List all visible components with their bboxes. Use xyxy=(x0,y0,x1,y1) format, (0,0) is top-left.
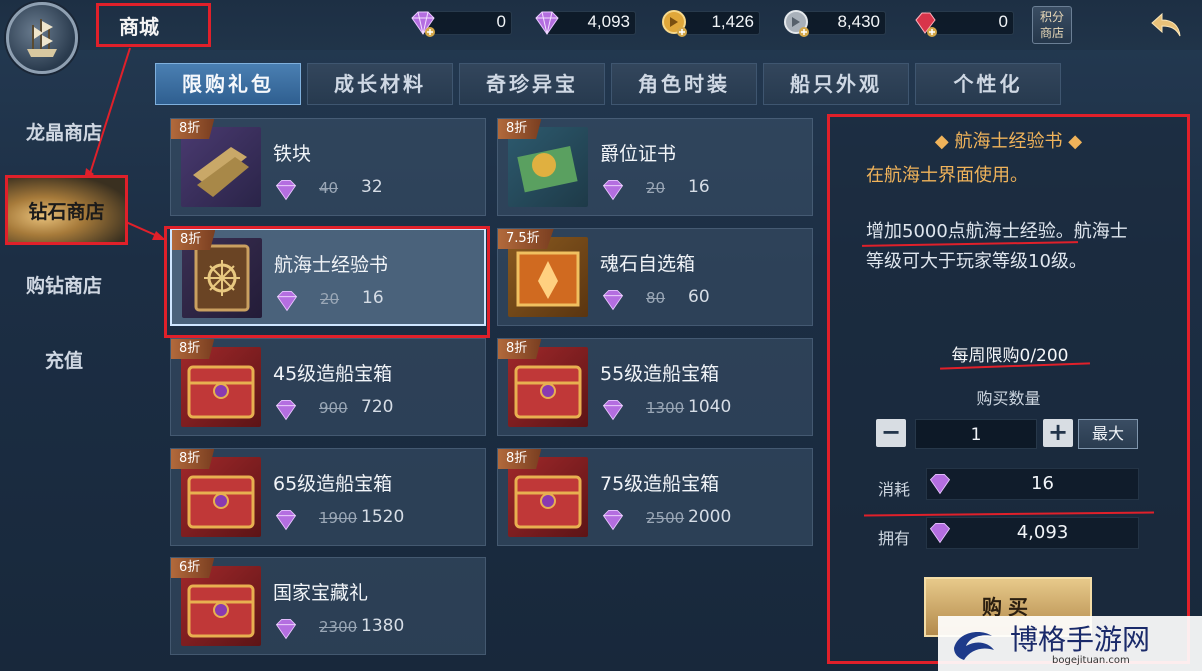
diamond-icon xyxy=(602,180,624,201)
currency-diamond[interactable]: 0 xyxy=(408,9,512,37)
item-name: 爵位证书 xyxy=(600,143,677,165)
cost-field: 16 xyxy=(926,468,1139,500)
original-price: 40 xyxy=(319,179,339,197)
quantity-label: 购买数量 xyxy=(976,389,1041,408)
item-detail-title: ◆ 航海士经验书 ◆ xyxy=(934,131,1083,152)
diamond-icon xyxy=(275,180,297,201)
currency-silver[interactable]: 8,430 xyxy=(782,9,886,37)
item-name: 55级造船宝箱 xyxy=(600,363,720,385)
item-detail-panel: ◆ 航海士经验书 ◆ 在航海士界面使用。 增加5000点航海士经验。航海士等级可… xyxy=(827,114,1190,664)
certificate-icon xyxy=(508,127,588,207)
item-card[interactable]: 8折 45级造船宝箱 900 720 xyxy=(170,338,486,436)
diamond-icon xyxy=(929,523,951,544)
discount-price: 32 xyxy=(361,177,383,197)
item-name: 国家宝藏礼 xyxy=(273,582,369,604)
annotation-underline xyxy=(863,511,1155,517)
quantity-input[interactable]: 1 xyxy=(915,419,1037,449)
score-shop-button[interactable]: 积分商店 xyxy=(1032,6,1072,44)
item-name: 65级造船宝箱 xyxy=(273,473,393,495)
original-price: 80 xyxy=(646,289,666,307)
tab-limited-packs[interactable]: 限购礼包 xyxy=(155,63,301,105)
discount-badge: 6折 xyxy=(171,558,215,578)
discount-badge: 8折 xyxy=(498,119,542,139)
chest-icon xyxy=(508,347,588,427)
chest-icon xyxy=(181,566,261,646)
item-card[interactable]: 8折 65级造船宝箱 1900 1520 xyxy=(170,448,486,546)
tab-personalize[interactable]: 个性化 xyxy=(915,63,1061,105)
watermark-logo-icon xyxy=(954,632,994,660)
discount-price: 2000 xyxy=(688,507,732,527)
sidebar-item-dragon-crystal-shop[interactable]: 龙晶商店 xyxy=(0,118,128,145)
tab-ship-appearance[interactable]: 船只外观 xyxy=(763,63,909,105)
item-card[interactable]: 8折 55级造船宝箱 1300 1040 xyxy=(497,338,813,436)
currency-red-crystal[interactable]: 0 xyxy=(910,9,1014,37)
diamond-icon xyxy=(602,400,624,421)
original-price: 20 xyxy=(646,179,666,197)
gold-coin-icon xyxy=(662,10,687,37)
item-name: 75级造船宝箱 xyxy=(600,473,720,495)
item-card[interactable]: 8折 75级造船宝箱 2500 2000 xyxy=(497,448,813,546)
tab-fashion[interactable]: 角色时装 xyxy=(611,63,757,105)
own-label: 拥有 xyxy=(878,529,911,548)
item-card[interactable]: 7.5折魂石自选箱 80 60 xyxy=(497,228,813,326)
tab-growth-materials[interactable]: 成长材料 xyxy=(307,63,453,105)
item-card[interactable]: 6折国家宝藏礼 2300 1380 xyxy=(170,557,486,655)
discount-badge: 8折 xyxy=(498,339,542,359)
discount-badge: 7.5折 xyxy=(498,229,554,249)
item-description: 增加5000点航海士经验。航海士等级可大于玩家等级10级。 xyxy=(866,221,1128,272)
chest-icon xyxy=(181,457,261,537)
original-price: 900 xyxy=(319,399,348,417)
cost-label: 消耗 xyxy=(878,480,911,499)
back-arrow-icon[interactable] xyxy=(1148,10,1184,40)
sidebar-item-buy-diamond-shop[interactable]: 购钻商店 xyxy=(0,271,128,298)
red-crystal-icon xyxy=(915,12,937,37)
sidebar-item-diamond-shop[interactable]: 钻石商店 xyxy=(5,175,128,245)
diamond-icon xyxy=(602,290,624,311)
purple-diamond-icon xyxy=(411,11,435,37)
item-name: 45级造船宝箱 xyxy=(273,363,393,385)
sidebar-item-recharge[interactable]: 充值 xyxy=(0,346,128,373)
diamond-icon xyxy=(275,619,297,640)
decrease-button[interactable]: − xyxy=(876,419,906,447)
diamond-icon xyxy=(929,474,951,495)
original-price: 2500 xyxy=(646,509,685,527)
item-name: 魂石自选箱 xyxy=(600,253,696,275)
soulstone-box-icon xyxy=(508,237,588,317)
increase-button[interactable]: + xyxy=(1043,419,1073,447)
discount-badge: 8折 xyxy=(171,119,215,139)
own-field: 4,093 xyxy=(926,517,1139,549)
watermark: 博格手游网 bogejituan.com xyxy=(938,616,1202,671)
original-price: 1300 xyxy=(646,399,685,417)
chest-icon xyxy=(181,347,261,427)
discount-badge: 8折 xyxy=(171,339,215,359)
chest-icon xyxy=(508,457,588,537)
item-name: 铁块 xyxy=(273,143,312,165)
discount-price: 1040 xyxy=(688,397,732,417)
original-price: 2300 xyxy=(319,618,358,636)
item-usage-text: 在航海士界面使用。 xyxy=(866,165,1028,186)
diamond-icon xyxy=(275,400,297,421)
diamond-icon xyxy=(275,510,297,531)
discount-price: 1520 xyxy=(361,507,405,527)
original-price: 1900 xyxy=(319,509,358,527)
item-card[interactable]: 8折爵位证书 20 16 xyxy=(497,118,813,216)
discount-price: 60 xyxy=(688,287,710,307)
silver-coin-icon xyxy=(784,10,809,37)
discount-price: 1380 xyxy=(361,616,405,636)
item-card[interactable]: 8折铁块 40 32 xyxy=(170,118,486,216)
tab-rare-treasures[interactable]: 奇珍异宝 xyxy=(459,63,605,105)
diamond-icon xyxy=(602,510,624,531)
discount-badge: 8折 xyxy=(171,449,215,469)
currency-bound-diamond[interactable]: 4,093 xyxy=(532,9,636,37)
bound-diamond-icon xyxy=(535,11,559,35)
discount-badge: 8折 xyxy=(498,449,542,469)
discount-price: 720 xyxy=(361,397,394,417)
annotation-selected-box xyxy=(164,226,490,338)
discount-price: 16 xyxy=(688,177,710,197)
iron-block-icon xyxy=(181,127,261,207)
max-quantity-button[interactable]: 最大 xyxy=(1078,419,1138,449)
currency-gold[interactable]: 1,426 xyxy=(660,9,760,37)
